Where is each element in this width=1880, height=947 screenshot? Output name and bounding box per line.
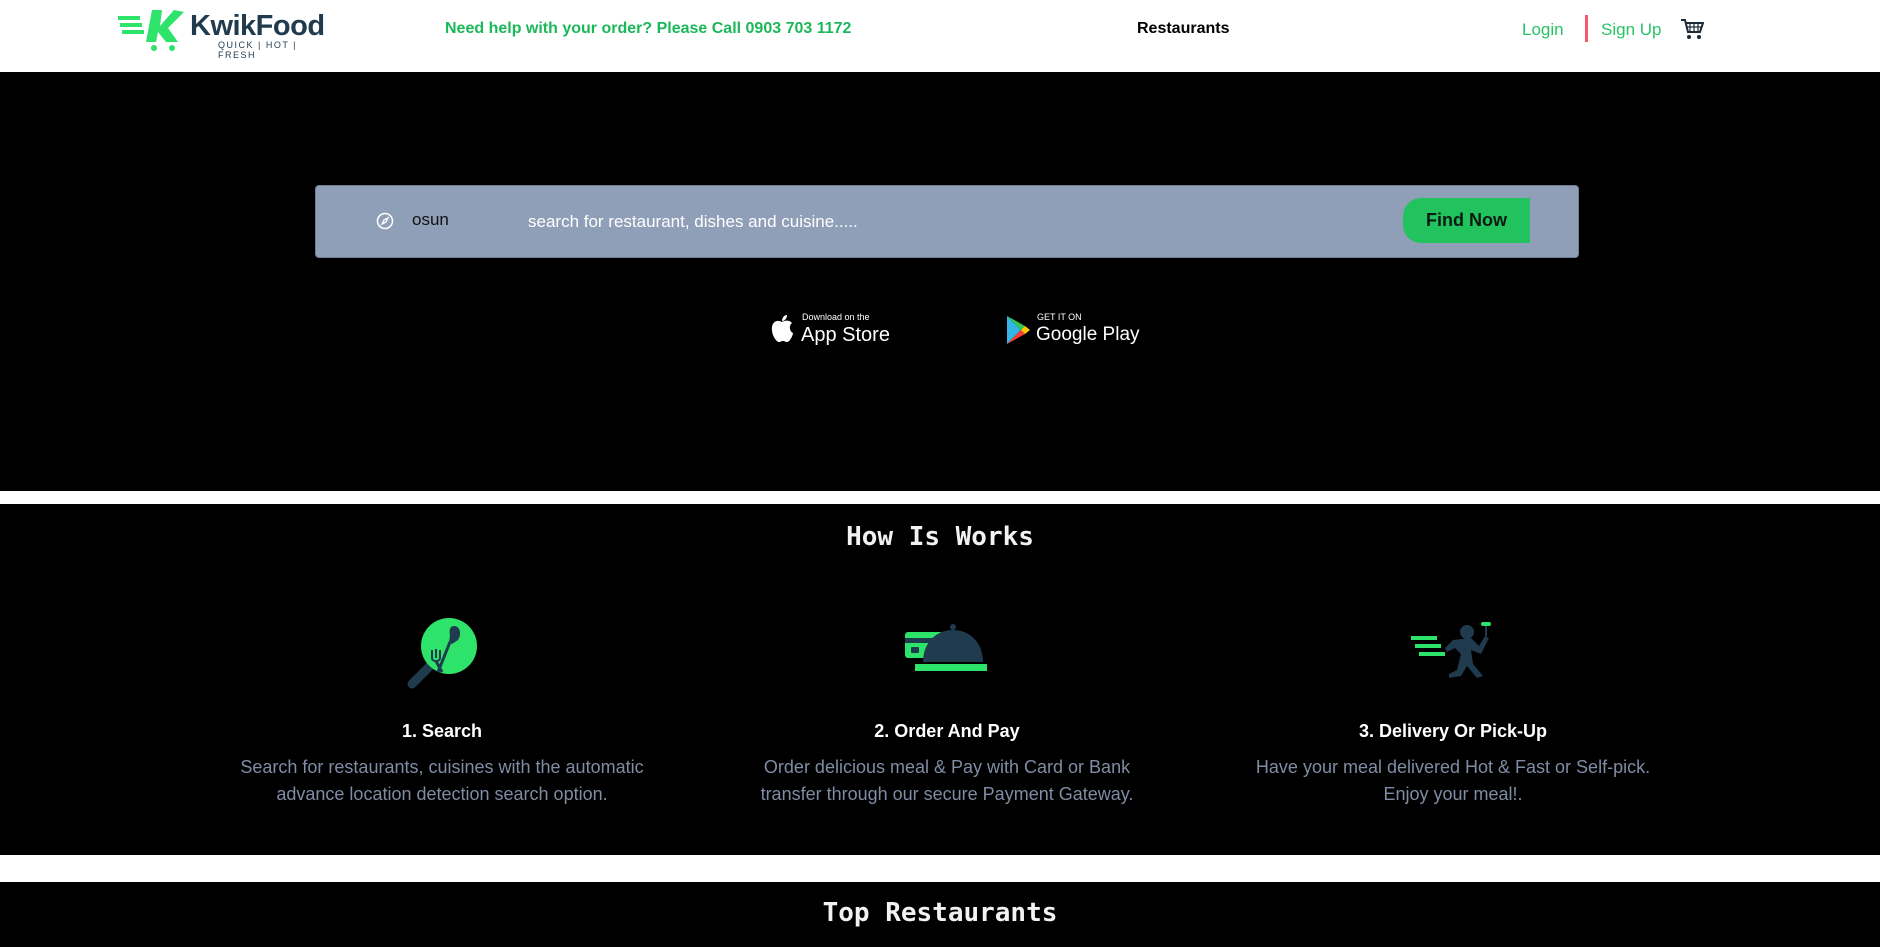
step-card-search: 1. Search Search for restaurants, cuisin… (232, 614, 652, 808)
hero-section: osun Find Now Download on the App Store … (0, 72, 1880, 491)
step-description-line: Order delicious meal & Pay with Card or … (763, 757, 1131, 777)
step-description: Have your meal delivered Hot & Fast or S… (1243, 754, 1663, 808)
google-play-icon (1007, 316, 1030, 344)
brand-name: KwikFood (190, 10, 325, 42)
step-title: 2. Order And Pay (874, 721, 1020, 741)
how-it-works-section: How Is Works 1. Search Search for restau… (0, 504, 1880, 855)
google-play-small-text: GET IT ON (1037, 312, 1082, 322)
delivery-runner-icon (1243, 614, 1663, 694)
step-description-line: Have your meal delivered Hot & Fast or S… (1255, 757, 1651, 777)
step-description-line: Search for restaurants, cuisines with th… (240, 757, 644, 777)
kwikfood-logo-icon (118, 10, 184, 51)
brand-tagline: QUICK | HOT | FRESH (218, 40, 298, 60)
step-title: 1. Search (401, 721, 483, 741)
step-description: Order delicious meal & Pay with Card or … (737, 754, 1157, 808)
section-divider (0, 855, 1880, 882)
cart-icon[interactable] (1680, 18, 1705, 40)
section-title: How Is Works (846, 522, 1034, 552)
signup-link[interactable]: Sign Up (1601, 20, 1661, 40)
apple-icon (771, 315, 793, 342)
compass-icon[interactable] (376, 212, 394, 230)
nav-divider (1585, 15, 1588, 42)
app-store-small-text: Download on the (802, 312, 870, 322)
step-description-line: transfer through our secure Payment Gate… (760, 784, 1134, 804)
login-link[interactable]: Login (1522, 20, 1564, 40)
step-title: 3. Delivery Or Pick-Up (1358, 721, 1548, 741)
step-card-order-pay: 2. Order And Pay Order delicious meal & … (737, 614, 1157, 808)
find-now-button[interactable]: Find Now (1403, 198, 1530, 243)
search-input[interactable] (526, 203, 1260, 241)
nav-link-restaurants[interactable]: Restaurants (1137, 20, 1229, 38)
step-description-line: advance location detection search option… (276, 784, 608, 804)
brand-logo[interactable]: KwikFood QUICK | HOT | FRESH (118, 8, 325, 60)
search-bar: osun Find Now (315, 185, 1579, 258)
step-description-line: Enjoy your meal!. (1383, 784, 1523, 804)
search-fork-spoon-icon (232, 614, 652, 694)
google-play-badge[interactable]: GET IT ON Google Play (1005, 312, 1140, 348)
section-divider (0, 491, 1880, 504)
support-phone-text: Need help with your order? Please Call 0… (445, 20, 852, 37)
app-store-big-text: App Store (801, 324, 890, 346)
google-play-big-text: Google Play (1036, 324, 1140, 345)
section-title: Top Restaurants (822, 898, 1058, 928)
step-card-delivery: 3. Delivery Or Pick-Up Have your meal de… (1243, 614, 1663, 808)
top-restaurants-section: Top Restaurants (0, 882, 1880, 947)
location-value[interactable]: osun (412, 210, 449, 230)
top-navbar: KwikFood QUICK | HOT | FRESH Need help w… (0, 0, 1880, 72)
app-store-badge[interactable]: Download on the App Store (769, 312, 890, 348)
step-description: Search for restaurants, cuisines with th… (232, 754, 652, 808)
card-cloche-icon (737, 614, 1157, 694)
